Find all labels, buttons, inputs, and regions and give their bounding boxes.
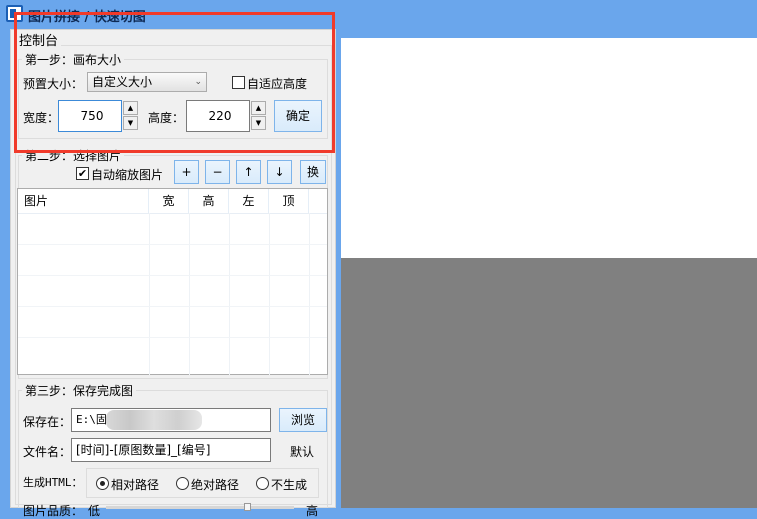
column-header-left[interactable]: 左 (229, 189, 269, 213)
grid-line (18, 244, 327, 245)
add-image-button[interactable]: + (174, 160, 199, 184)
grid-line (229, 213, 230, 375)
header-divider (18, 213, 327, 214)
image-table[interactable]: 图片 宽 高 左 顶 (17, 188, 328, 375)
column-header-image[interactable]: 图片 (18, 189, 149, 213)
radio-no-html-label[interactable]: 不生成 (271, 476, 307, 493)
quality-low-label: 低 (88, 504, 101, 518)
grid-line (269, 213, 270, 375)
column-header-top[interactable]: 顶 (269, 189, 309, 213)
grid-line (18, 337, 327, 338)
canvas-preview (341, 38, 757, 258)
grid-line (309, 213, 310, 375)
grid-line (18, 306, 327, 307)
html-label: 生成HTML： (23, 476, 83, 489)
quality-label: 图片品质： (23, 504, 84, 518)
radio-relative-path-label[interactable]: 相对路径 (111, 476, 159, 493)
remove-image-button[interactable]: − (205, 160, 230, 184)
filename-input[interactable]: [时间]-[原图数量]_[编号] (71, 438, 271, 462)
save-location-label: 保存在： (23, 415, 72, 429)
filename-label: 文件名： (23, 445, 72, 459)
radio-relative-path[interactable] (96, 477, 109, 490)
swap-button[interactable]: 换 (300, 160, 326, 184)
radio-absolute-path[interactable] (176, 477, 189, 490)
radio-no-html[interactable] (256, 477, 269, 490)
auto-scale-label: 自动缩放图片 (91, 168, 164, 182)
move-down-button[interactable]: ↓ (267, 160, 292, 184)
move-up-button[interactable]: ↑ (236, 160, 261, 184)
grid-line (18, 275, 327, 276)
quality-slider-thumb[interactable] (244, 503, 251, 511)
quality-high-label: 高 (306, 504, 319, 518)
canvas-background (341, 258, 757, 508)
browse-button[interactable]: 浏览 (279, 408, 327, 432)
radio-absolute-path-label[interactable]: 绝对路径 (191, 476, 239, 493)
auto-scale-checkbox[interactable]: ✔ (76, 167, 89, 180)
column-header-height[interactable]: 高 (189, 189, 229, 213)
default-link[interactable]: 默认 (290, 443, 314, 460)
grid-line (189, 213, 190, 375)
grid-line (149, 213, 150, 375)
save-location-input[interactable]: E:\固 (71, 408, 271, 432)
column-header-width[interactable]: 宽 (149, 189, 189, 213)
highlight-box (14, 12, 335, 153)
save-location-value: E:\固 (76, 413, 107, 426)
step3-label: 第三步：保存完成图 (22, 382, 137, 399)
redacted-path (106, 410, 202, 430)
